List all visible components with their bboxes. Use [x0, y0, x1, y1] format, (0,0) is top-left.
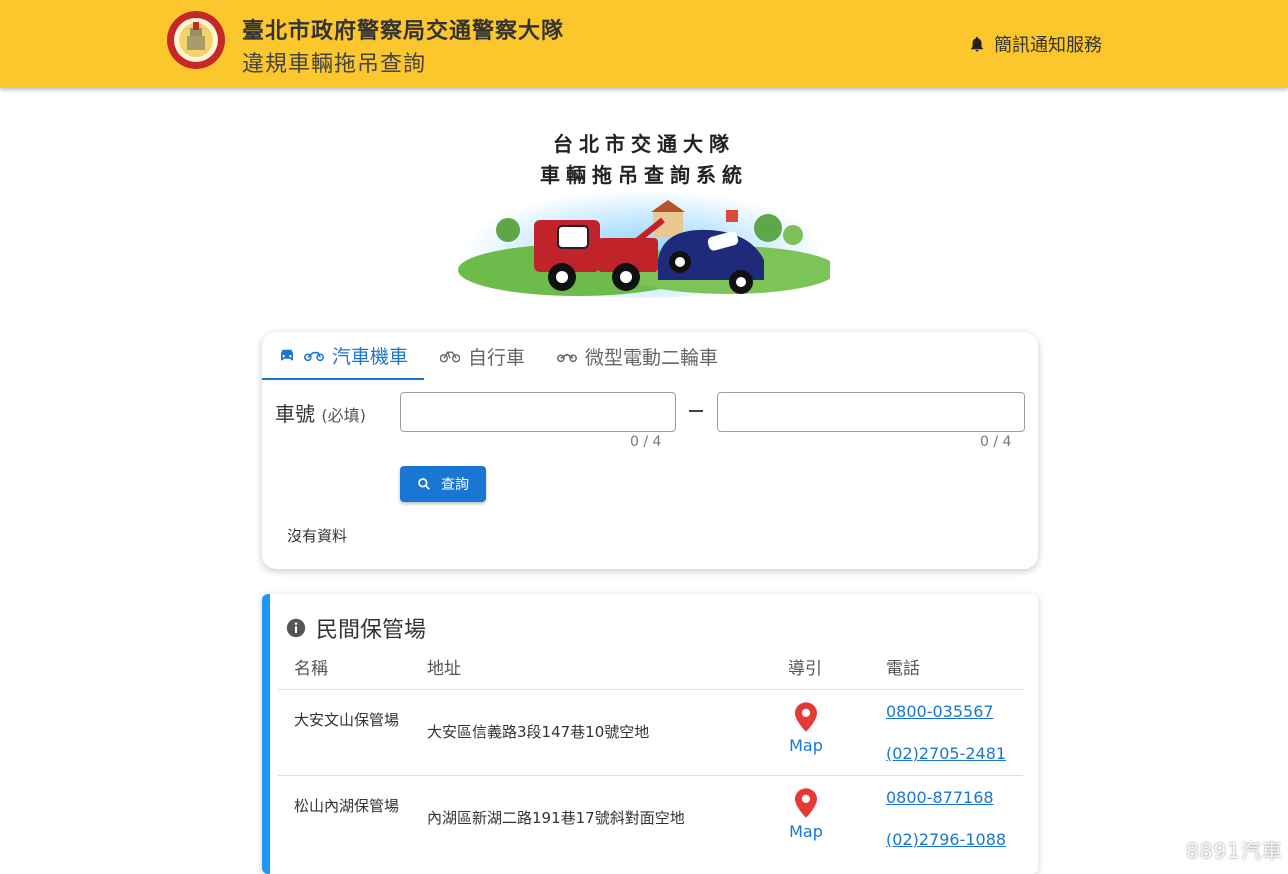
map-pin-icon — [795, 702, 817, 732]
app-header: 臺北市政府警察局交通警察大隊 違規車輛拖吊查詢 簡訊通知服務 — [0, 0, 1288, 88]
map-link[interactable]: Map — [786, 788, 826, 841]
map-pin-icon — [795, 788, 817, 818]
yard-name: 松山內湖保管場 — [294, 797, 400, 815]
storage-yard-title-text: 民間保管場 — [316, 618, 427, 643]
column-header-phone: 電話 — [886, 659, 920, 679]
yard-address: 大安區信義路3段147巷10號空地 — [427, 723, 650, 741]
search-button-label: 查詢 — [441, 477, 469, 493]
required-hint: (必填) — [321, 406, 366, 425]
map-link-label: Map — [789, 822, 823, 841]
tab-bicycle-label: 自行車 — [468, 346, 526, 369]
site-watermark: 8891汽車 — [1186, 839, 1283, 863]
search-icon — [418, 478, 430, 490]
column-header-address: 地址 — [427, 659, 461, 679]
tab-car-motorcycle-label: 汽車機車 — [332, 345, 409, 368]
plate-part1-input[interactable] — [400, 392, 676, 432]
search-result-message: 沒有資料 — [287, 527, 348, 545]
phone-link[interactable]: (02)2705-2481 — [886, 744, 1006, 763]
bell-icon — [971, 36, 983, 52]
table-divider — [278, 775, 1023, 776]
tab-car-motorcycle[interactable]: 汽車機車 — [262, 332, 425, 380]
search-button[interactable]: 查詢 — [400, 466, 486, 502]
column-header-navigation: 導引 — [788, 659, 822, 679]
motorcycle-icon — [304, 351, 324, 362]
plate-number-label: 車號 (必填) — [275, 398, 366, 427]
car-icon — [281, 349, 293, 361]
phone-link[interactable]: 0800-035567 — [886, 702, 994, 721]
tab-bicycle[interactable]: 自行車 — [424, 332, 541, 380]
tab-micro-electric-scooter-label: 微型電動二輪車 — [585, 346, 719, 369]
table-divider — [278, 689, 1023, 690]
yard-address: 內湖區新湖二路191巷17號斜對面空地 — [427, 809, 685, 827]
storage-yard-title: 民間保管場 — [286, 612, 426, 644]
police-badge-logo — [167, 11, 225, 69]
header-title: 臺北市政府警察局交通警察大隊 — [242, 19, 565, 44]
info-icon — [286, 618, 306, 638]
banner-line2: 車輛拖吊查詢系統 — [540, 163, 748, 187]
map-link-label: Map — [789, 736, 823, 755]
vehicle-type-tabs: 汽車機車 自行車 微型電動二輪車 — [262, 332, 734, 380]
sms-notification-label: 簡訊通知服務 — [994, 35, 1102, 56]
bicycle-icon — [440, 351, 461, 363]
plate-search-card: 汽車機車 自行車 微型電動二輪車 車號 (必填) 0 / 4 0 / 4 查詢 … — [262, 332, 1038, 569]
yard-name: 大安文山保管場 — [294, 711, 400, 729]
storage-yard-card: 民間保管場 名稱 地址 導引 電話 大安文山保管場 大安區信義路3段147巷10… — [262, 594, 1038, 874]
scooter-icon — [557, 353, 578, 363]
plate-separator — [689, 410, 703, 412]
header-subtitle: 違規車輛拖吊查詢 — [242, 52, 427, 77]
plate-part1-counter: 0 / 4 — [630, 434, 662, 450]
map-link[interactable]: Map — [786, 702, 826, 755]
tab-micro-electric-scooter[interactable]: 微型電動二輪車 — [541, 332, 734, 380]
tow-system-banner: 台北市交通大隊 車輛拖吊查詢系統 — [458, 132, 830, 298]
plate-label-text: 車號 — [275, 402, 315, 426]
plate-part2-counter: 0 / 4 — [980, 434, 1012, 450]
banner-line1: 台北市交通大隊 — [553, 132, 735, 156]
plate-part2-input[interactable] — [717, 392, 1025, 432]
sms-notification-link[interactable]: 簡訊通知服務 — [968, 31, 1102, 57]
phone-link[interactable]: 0800-877168 — [886, 788, 994, 807]
column-header-name: 名稱 — [294, 659, 328, 679]
phone-link[interactable]: (02)2796-1088 — [886, 830, 1006, 849]
